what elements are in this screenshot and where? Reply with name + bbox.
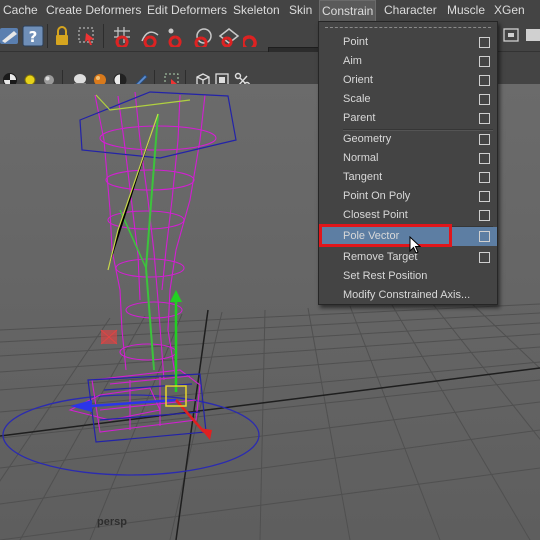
camera-label: persp xyxy=(97,516,127,528)
select-component-icon[interactable] xyxy=(76,25,98,47)
menu-item-parent[interactable]: Parent xyxy=(319,109,497,128)
point-option-box[interactable] xyxy=(479,37,490,48)
normal-option-box[interactable] xyxy=(479,153,490,164)
remove-target-option-box[interactable] xyxy=(479,252,490,263)
menu-constrain[interactable]: Constrain xyxy=(319,0,376,21)
help-icon[interactable]: ? xyxy=(22,25,44,47)
menu-item-set-rest-position[interactable]: Set Rest Position xyxy=(319,267,497,286)
closest-point-option-box[interactable] xyxy=(479,210,490,221)
menu-cache[interactable]: Cache xyxy=(3,0,38,21)
scale-option-box[interactable] xyxy=(479,94,490,105)
menu-create-deformers[interactable]: Create Deformers xyxy=(46,0,141,21)
menu-item-remove-target[interactable]: Remove Target xyxy=(319,248,497,267)
menu-item-tangent[interactable]: Tangent xyxy=(319,168,497,187)
aim-option-box[interactable] xyxy=(479,56,490,67)
annotation-highlight-box xyxy=(319,224,452,247)
render-settings-icon[interactable] xyxy=(524,25,540,47)
menu-xgen[interactable]: XGen xyxy=(494,0,525,21)
render-region-icon[interactable] xyxy=(502,25,524,47)
menu-item-orient[interactable]: Orient xyxy=(319,71,497,90)
grid-axis-x xyxy=(0,367,540,437)
paint-brush-icon[interactable] xyxy=(0,25,22,47)
menu-item-aim[interactable]: Aim xyxy=(319,52,497,71)
tear-off-line[interactable] xyxy=(325,27,491,28)
svg-text:?: ? xyxy=(29,28,38,46)
pole-vector-line xyxy=(107,113,159,271)
menu-skeleton[interactable]: Skeleton xyxy=(233,0,280,21)
tangent-option-box[interactable] xyxy=(479,172,490,183)
menu-item-closest-point[interactable]: Closest Point xyxy=(319,206,497,225)
menu-character[interactable]: Character xyxy=(384,0,437,21)
orient-option-box[interactable] xyxy=(479,75,490,86)
menu-item-geometry[interactable]: Geometry xyxy=(319,130,497,149)
menu-item-modify-constrained-axis[interactable]: Modify Constrained Axis... xyxy=(319,286,497,305)
snap-grid-icon[interactable] xyxy=(112,25,134,47)
menu-item-scale[interactable]: Scale xyxy=(319,90,497,109)
parent-option-box[interactable] xyxy=(479,113,490,124)
make-live-icon[interactable] xyxy=(243,25,265,47)
snap-point-icon[interactable] xyxy=(165,25,187,47)
menu-edit-deformers[interactable]: Edit Deformers xyxy=(147,0,227,21)
menu-item-normal[interactable]: Normal xyxy=(319,149,497,168)
menu-item-point-on-poly[interactable]: Point On Poly xyxy=(319,187,497,206)
menu-skin[interactable]: Skin xyxy=(289,0,312,21)
geometry-option-box[interactable] xyxy=(479,134,490,145)
mouse-cursor-icon xyxy=(409,236,421,254)
menu-muscle[interactable]: Muscle xyxy=(447,0,485,21)
hip-box xyxy=(79,91,237,443)
snap-view-plane-icon[interactable] xyxy=(218,25,240,47)
point-on-poly-option-box[interactable] xyxy=(479,191,490,202)
pole-vector-option-box[interactable] xyxy=(479,231,490,242)
menu-item-point[interactable]: Point xyxy=(319,33,497,52)
snap-curve-icon[interactable] xyxy=(140,25,162,47)
ground-grid xyxy=(0,301,540,540)
manip-z-axis xyxy=(175,399,205,433)
menu-bar: Cache Create Deformers Edit Deformers Sk… xyxy=(0,0,540,22)
constrain-menu: Point Aim Orient Scale Parent Geometry N… xyxy=(318,21,498,305)
snap-projected-icon[interactable] xyxy=(193,25,215,47)
lock-icon[interactable] xyxy=(52,25,74,47)
